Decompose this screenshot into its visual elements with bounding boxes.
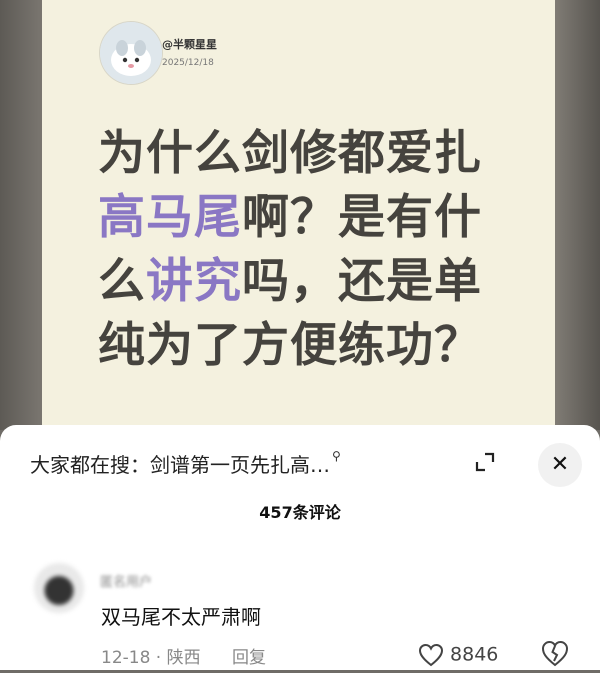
expand-icon[interactable] [474,451,496,473]
comment-text[interactable]: 双马尾不太严肃啊 [101,601,261,630]
comment-date-location: 12-18 · 陕西 [101,648,201,668]
poster-username[interactable]: @半颗星星 [162,36,217,52]
headline-segment: 纯为了方便练功？ [98,318,482,373]
comments-sheet: 大家都在搜：剑谱第一页先扎高… ⚲ ✕ 457条评论 匿名用户 双马尾不太严肃啊 … [0,425,600,670]
search-suggestion[interactable]: 大家都在搜：剑谱第一页先扎高… ⚲ [30,449,341,478]
headline-highlight: 讲究 [146,254,242,309]
like-button[interactable]: 8846 [418,643,498,667]
headline-segment: 为什么剑修都爱扎 [98,126,482,181]
comment-count: 457条评论 [259,503,341,522]
headline-line: 纯为了方便练功？ [98,314,548,378]
poster-avatar [100,22,162,84]
commenter-avatar[interactable] [34,563,84,613]
heart-icon [418,643,444,667]
like-count: 8846 [450,643,499,666]
headline-segment: 吗，还是单 [242,254,482,309]
photo-edge-left [0,0,42,430]
headline-segment: 啊？是有什 [242,190,482,245]
broken-heart-icon[interactable] [540,639,570,669]
close-icon[interactable]: ✕ [538,443,582,487]
post-image-card[interactable]: @半颗星星 2025/12/18 为什么剑修都爱扎 高马尾啊？是有什 么讲究吗，还是… [42,0,555,430]
headline-line: 么讲究吗，还是单 [98,250,548,314]
search-icon: ⚲ [332,449,341,463]
post-headline: 为什么剑修都爱扎 高马尾啊？是有什 么讲究吗，还是单 纯为了方便练功？ [98,122,548,378]
comment-meta: 12-18 · 陕西 回复 [101,643,266,668]
headline-segment: 么 [98,254,146,309]
commenter-name-blurred[interactable]: 匿名用户 [100,571,152,590]
headline-highlight: 高马尾 [98,190,242,245]
reply-button[interactable]: 回复 [232,648,266,668]
photo-edge-right [555,0,600,430]
post-date: 2025/12/18 [162,58,214,68]
search-suggestion-text: 大家都在搜：剑谱第一页先扎高… [30,453,330,477]
headline-line: 为什么剑修都爱扎 [98,122,548,186]
headline-line: 高马尾啊？是有什 [98,186,548,250]
